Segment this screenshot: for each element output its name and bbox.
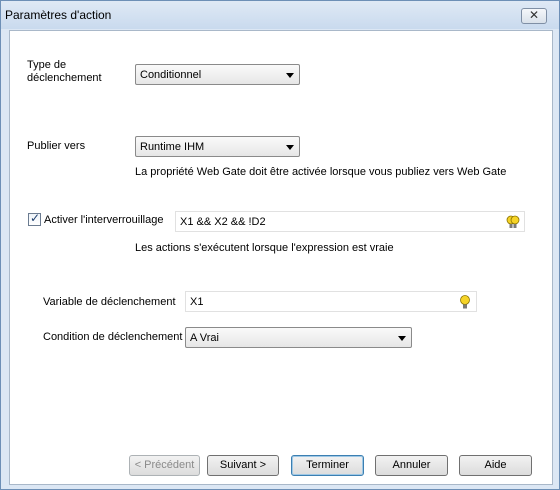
interlock-expression-value: X1 && X2 && !D2 (180, 216, 266, 228)
publish-label: Publier vers (27, 140, 86, 152)
interlock-expression-input[interactable]: X1 && X2 && !D2 (175, 211, 525, 232)
interlock-label[interactable]: Activer l'interverrouillage (44, 214, 163, 226)
trigger-condition-label: Condition de déclenchement (43, 331, 183, 343)
divider (43, 265, 516, 266)
dialog-title: Paramètres d'action (5, 8, 112, 22)
next-button[interactable]: Suivant > (207, 455, 279, 476)
cancel-button[interactable]: Annuler (375, 455, 448, 476)
publish-note: La propriété Web Gate doit être activée … (135, 166, 507, 178)
chevron-down-icon (286, 145, 294, 150)
close-icon: ✕ (528, 8, 540, 22)
action-settings-dialog: Paramètres d'action ✕ Type de déclenchem… (0, 0, 560, 490)
help-button[interactable]: Aide (459, 455, 532, 476)
divider (22, 441, 542, 442)
lightbulb-icon[interactable] (506, 214, 520, 230)
trigger-type-value: Conditionnel (140, 69, 202, 81)
close-button[interactable]: ✕ (521, 8, 547, 24)
trigger-condition-value: A Vrai (190, 332, 219, 344)
lightbulb-icon[interactable] (458, 294, 472, 310)
previous-button[interactable]: < Précédent (129, 455, 200, 476)
trigger-type-select[interactable]: Conditionnel (135, 64, 300, 85)
trigger-variable-label: Variable de déclenchement (43, 296, 176, 308)
chevron-down-icon (398, 336, 406, 341)
finish-button[interactable]: Terminer (291, 455, 364, 476)
divider (27, 108, 530, 109)
trigger-variable-value: X1 (190, 296, 204, 308)
publish-select[interactable]: Runtime IHM (135, 136, 300, 157)
interlock-checkbox[interactable]: ✓ (28, 211, 41, 226)
interlock-note: Les actions s'exécutent lorsque l'expres… (135, 242, 394, 254)
trigger-variable-input[interactable]: X1 (185, 291, 477, 312)
trigger-condition-select[interactable]: A Vrai (185, 327, 412, 348)
chevron-down-icon (286, 73, 294, 78)
trigger-type-label: Type de déclenchement (27, 59, 102, 84)
title-bar[interactable]: Paramètres d'action ✕ (1, 1, 559, 29)
check-icon: ✓ (30, 211, 41, 225)
publish-value: Runtime IHM (140, 141, 205, 153)
dialog-body: Type de déclenchement Conditionnel Publi… (9, 30, 553, 485)
divider (27, 185, 530, 186)
